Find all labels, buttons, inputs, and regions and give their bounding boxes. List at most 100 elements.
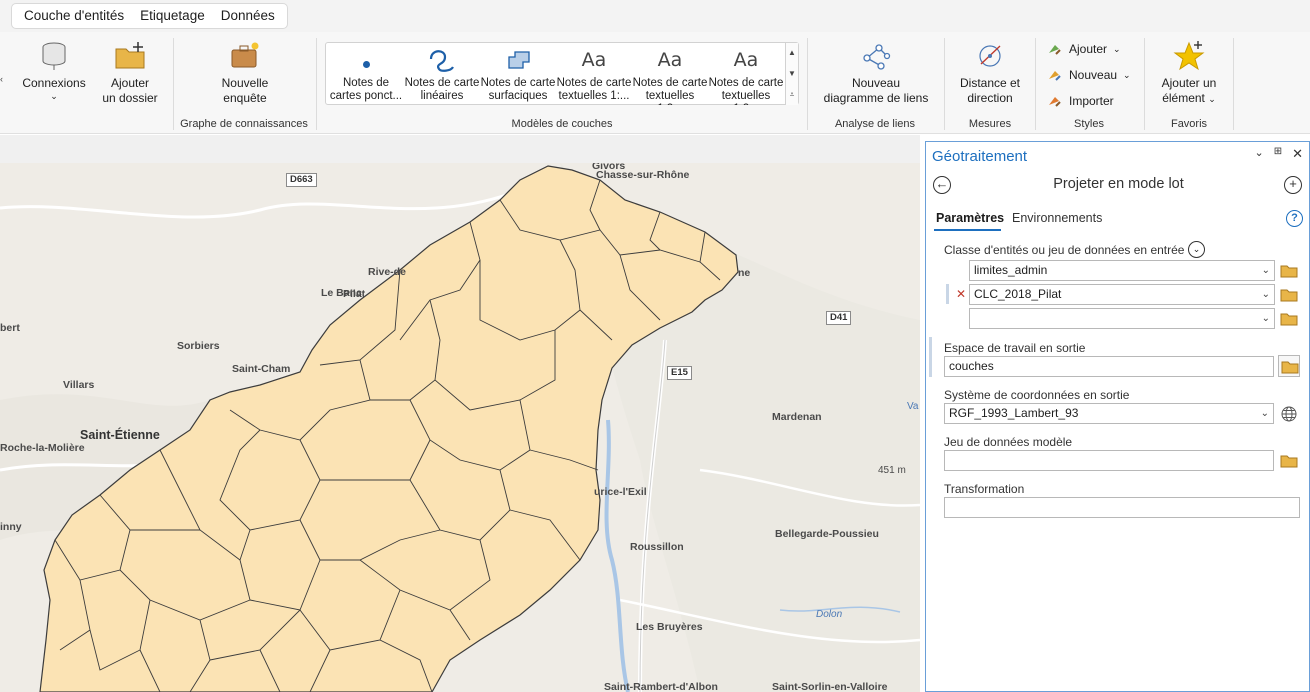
distance-direction-button[interactable]: Distance et direction <box>952 40 1028 106</box>
gallery-item-textuelles-2[interactable]: Aa Notes de carte textuelles 1:2... <box>632 43 708 105</box>
tab-donnees[interactable]: Données <box>213 4 283 28</box>
template-dataset-field[interactable] <box>944 450 1274 471</box>
style-add-icon <box>1049 45 1061 55</box>
text-aa-icon: Aa <box>657 48 683 71</box>
tool-title: Projeter en mode lot <box>1053 176 1184 192</box>
crs-label: Système de coordonnées en sortie <box>944 388 1130 402</box>
close-icon[interactable]: ✕ <box>1292 146 1303 162</box>
styles-nouveau-label: Nouveau <box>1069 68 1118 82</box>
output-workspace-field[interactable]: couches <box>944 356 1274 377</box>
line-icon <box>429 50 454 72</box>
link-diagram-icon <box>863 44 891 70</box>
input-dataset-2[interactable]: CLC_2018_Pilat ⌄ <box>969 284 1275 305</box>
map-label-chasse: Chasse-sur-Rhône <box>596 169 690 181</box>
styles-importer-button[interactable]: Importer <box>1047 93 1114 109</box>
group-separator <box>316 38 317 130</box>
style-import-icon <box>1049 97 1061 107</box>
tab-environnements[interactable]: Environnements <box>1012 211 1102 225</box>
gallery-scroll-down-icon[interactable]: ▼ <box>785 64 798 85</box>
map-label-saint-etienne: Saint-Étienne <box>80 428 160 442</box>
gallery-label: Notes de carte <box>632 77 708 89</box>
chevron-down-icon: ⌄ <box>1208 94 1216 104</box>
polygon-icon <box>508 51 530 69</box>
group-label-styles: Styles <box>1074 118 1104 130</box>
pane-options-chevron-icon[interactable]: ⌄ <box>1254 146 1263 162</box>
group-label-graphe: Graphe de connaissances <box>180 118 308 130</box>
road-shield-d663: D663 <box>286 173 317 187</box>
folder-browse-icon[interactable] <box>1280 264 1298 278</box>
selected-row-marker <box>946 284 949 304</box>
map-label-dolon: Dolon <box>816 609 843 620</box>
map-label-inny: inny <box>0 521 22 533</box>
ajouter-element-label-2: élément <box>1162 91 1205 105</box>
gallery-label: textuelles 1:... <box>558 90 630 102</box>
gallery-item-textuelles-1[interactable]: Aa Notes de carte textuelles 1:... <box>556 43 632 105</box>
tab-couche-entites[interactable]: Couche d'entités <box>16 4 132 28</box>
gallery-item-ponctuelles[interactable]: Notes de cartes ponct... <box>328 43 404 105</box>
gallery-label: textuelles 1:2... <box>721 90 771 105</box>
styles-ajouter-button[interactable]: Ajouter ⌄ <box>1047 41 1121 57</box>
globe-icon[interactable] <box>1281 406 1297 422</box>
group-separator <box>1035 38 1036 130</box>
ajouter-dossier-label-1: Ajouter <box>110 76 150 90</box>
gallery-label: linéaires <box>420 90 464 102</box>
tab-etiquetage[interactable]: Etiquetage <box>132 4 213 28</box>
map-label-villars: Villars <box>63 379 95 391</box>
nouvelle-enquete-button[interactable]: Nouvelle enquête <box>212 40 278 106</box>
add-icon[interactable]: + <box>1284 176 1302 194</box>
road-shield-d41: D41 <box>826 311 852 325</box>
gallery-scroll-up-icon[interactable]: ▲ <box>785 43 798 64</box>
expand-circle-icon[interactable]: ⌄ <box>1188 241 1205 258</box>
group-label-mesures: Mesures <box>968 118 1012 130</box>
folder-browse-icon[interactable] <box>1280 312 1298 326</box>
distance-direction-icon <box>979 45 1001 67</box>
map-label-sorbiers: Sorbiers <box>177 340 220 352</box>
map-label-bruyeres: Les Bruyères <box>636 621 703 633</box>
map-label-va: Va <box>907 401 919 412</box>
map-label-altitude: 451 m <box>878 465 906 476</box>
gallery-item-lineaires[interactable]: Notes de carte linéaires <box>404 43 480 105</box>
input-dataset-2-value: CLC_2018_Pilat <box>974 287 1062 301</box>
input-dataset-1[interactable]: limites_admin ⌄ <box>969 260 1275 281</box>
text-aa-icon: Aa <box>733 48 759 71</box>
gallery-label: Notes de carte <box>708 77 784 89</box>
nouveau-diagramme-label-1: Nouveau <box>851 76 901 90</box>
remove-row-icon[interactable]: ✕ <box>956 287 966 301</box>
folder-browse-icon[interactable] <box>1280 288 1298 302</box>
active-tab-underline <box>934 229 1001 231</box>
map-label-rambert: Saint-Rambert-d'Albon <box>604 681 718 692</box>
tab-parametres[interactable]: Paramètres <box>936 211 1004 225</box>
connexions-button[interactable]: Connexions ⌄ <box>20 40 88 101</box>
help-icon[interactable]: ? <box>1286 210 1303 227</box>
chevron-down-icon: ⌄ <box>50 91 58 101</box>
gallery-label: surfaciques <box>488 90 548 102</box>
gallery-item-surfaciques[interactable]: Notes de carte surfaciques <box>480 43 556 105</box>
chevron-left-icon[interactable]: ‹ <box>0 74 3 84</box>
styles-ajouter-label: Ajouter <box>1069 42 1108 56</box>
map-label-mardenan: Mardenan <box>772 411 822 423</box>
ajouter-element-button[interactable]: Ajouter un élément ⌄ <box>1152 40 1226 107</box>
map-label-sorlin: Saint-Sorlin-en-Valloire <box>772 681 888 692</box>
styles-nouveau-button[interactable]: Nouveau ⌄ <box>1047 67 1131 83</box>
ajouter-dossier-button[interactable]: Ajouter un dossier <box>98 40 162 106</box>
nouvelle-enquete-label-1: Nouvelle <box>221 76 269 90</box>
context-tab-group: Couche d'entités Etiquetage Données <box>11 3 288 29</box>
folder-browse-icon[interactable] <box>1280 454 1298 468</box>
ajouter-dossier-label-2: un dossier <box>102 91 158 105</box>
map-view[interactable]: Givors Chasse-sur-Rhône Rive-de Le Banc … <box>0 135 920 692</box>
nouveau-diagramme-button[interactable]: Nouveau diagramme de liens <box>818 40 934 106</box>
crs-value: RGF_1993_Lambert_93 <box>949 406 1079 420</box>
workspace-label: Espace de travail en sortie <box>944 341 1086 355</box>
group-label-favoris: Favoris <box>1170 118 1208 130</box>
star-add-icon <box>1173 41 1205 71</box>
gallery-expand-icon[interactable]: ⩡ <box>785 85 798 105</box>
map-label-rive: Rive-de <box>368 266 406 278</box>
transformation-field[interactable] <box>944 497 1300 518</box>
crs-select[interactable]: RGF_1993_Lambert_93 ⌄ <box>944 403 1274 424</box>
gallery-item-textuelles-3[interactable]: Aa Notes de carte textuelles 1:2... <box>708 43 784 105</box>
workspace-browse-button[interactable] <box>1278 355 1300 377</box>
dropdown-chevron-icon: ⌄ <box>1261 265 1270 276</box>
input-dataset-3[interactable]: ⌄ <box>969 308 1275 329</box>
pin-icon[interactable]: ⊞ <box>1274 146 1282 162</box>
point-icon <box>362 60 370 68</box>
